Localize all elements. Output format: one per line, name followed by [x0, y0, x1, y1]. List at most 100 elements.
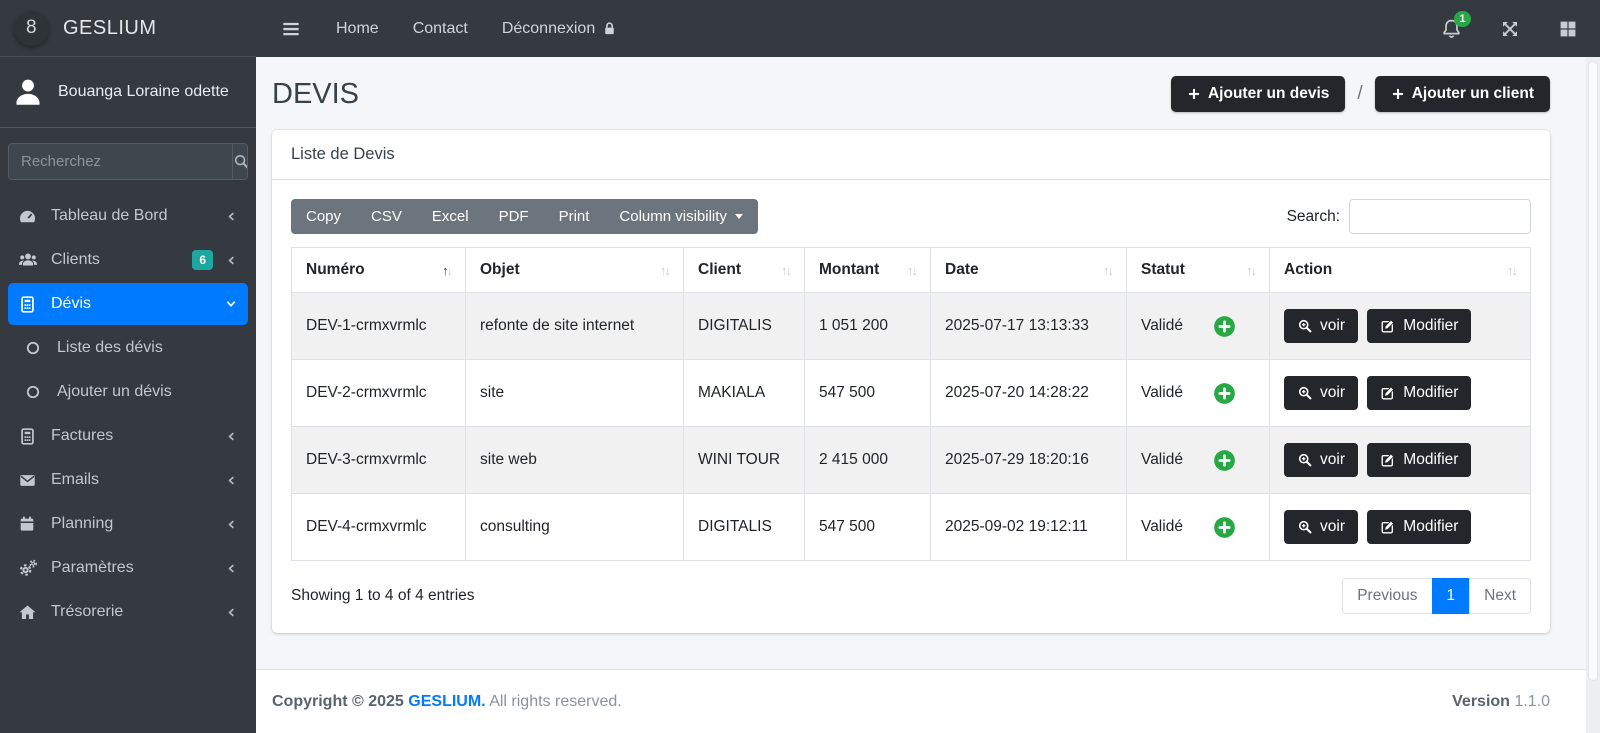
separator: / [1357, 83, 1362, 105]
sidebar: 8 GESLIUM Bouanga Loraine odette Tableau… [0, 0, 256, 733]
statut-text: Validé [1141, 518, 1183, 536]
column-visibility-button[interactable]: Column visibility [604, 199, 758, 234]
csv-button[interactable]: CSV [356, 199, 417, 234]
cell-montant: 2 415 000 [805, 427, 931, 494]
cell-objet: site [466, 360, 684, 427]
add-devis-label: Ajouter un devis [1208, 85, 1329, 103]
column-header-action[interactable]: Action↑↓ [1270, 248, 1531, 293]
plus-circle-icon[interactable] [1213, 449, 1236, 472]
cell-numero: DEV-4-crmxvrmlc [292, 494, 466, 561]
modifier-button[interactable]: Modifier [1367, 376, 1471, 410]
table-search-input[interactable] [1349, 199, 1531, 234]
page-header: DEVIS Ajouter un devis / Ajouter un clie… [272, 76, 1550, 112]
notification-badge: 1 [1454, 11, 1471, 27]
fullscreen-icon[interactable] [1500, 19, 1520, 39]
circle-icon [24, 383, 57, 401]
voir-label: voir [1320, 384, 1345, 402]
excel-button[interactable]: Excel [417, 199, 484, 234]
content: DEVIS Ajouter un devis / Ajouter un clie… [256, 57, 1600, 669]
sort-icon: ↑↓ [907, 263, 916, 278]
brand[interactable]: 8 GESLIUM [0, 0, 256, 57]
nav-link-logout[interactable]: Déconnexion [502, 20, 618, 38]
sidebar-item-liste-des-devis[interactable]: Liste des dévis [8, 327, 248, 369]
bell-icon[interactable]: 1 [1441, 18, 1462, 39]
modifier-button[interactable]: Modifier [1367, 309, 1471, 343]
sidebar-menu: Tableau de Bord Clients 6 Dévis Liste de… [0, 193, 256, 637]
cell-numero: DEV-2-crmxvrmlc [292, 360, 466, 427]
lock-icon [601, 20, 618, 37]
caret-down-icon [735, 214, 743, 219]
nav-link-home[interactable]: Home [336, 20, 379, 38]
pagination-page-1[interactable]: 1 [1432, 578, 1471, 614]
sort-icon: ↑↓ [1507, 263, 1516, 278]
sidebar-item-tableau-de-bord[interactable]: Tableau de Bord [8, 195, 248, 237]
cell-client: DIGITALIS [684, 293, 805, 360]
cell-objet: consulting [466, 494, 684, 561]
column-header-date[interactable]: Date↑↓ [931, 248, 1127, 293]
sidebar-item-tresorerie[interactable]: Trésorerie [8, 591, 248, 633]
table-search: Search: [1287, 199, 1531, 234]
sidebar-item-label: Tableau de Bord [51, 207, 225, 225]
footer-brand-link[interactable]: GESLIUM. [408, 693, 485, 710]
column-header-client[interactable]: Client↑↓ [684, 248, 805, 293]
sidebar-item-factures[interactable]: Factures [8, 415, 248, 457]
nav-link-contact[interactable]: Contact [413, 20, 468, 38]
modifier-button[interactable]: Modifier [1367, 510, 1471, 544]
modifier-button[interactable]: Modifier [1367, 443, 1471, 477]
voir-button[interactable]: voir [1284, 376, 1358, 410]
sidebar-item-label: Dévis [51, 295, 224, 313]
cell-montant: 1 051 200 [805, 293, 931, 360]
voir-button[interactable]: voir [1284, 510, 1358, 544]
column-header-objet[interactable]: Objet ↑↓ [466, 248, 684, 293]
pagination-previous[interactable]: Previous [1342, 578, 1432, 614]
version-label: Version [1452, 693, 1510, 710]
plus-circle-icon[interactable] [1213, 382, 1236, 405]
plus-circle-icon[interactable] [1213, 516, 1236, 539]
voir-button[interactable]: voir [1284, 309, 1358, 343]
hamburger-icon[interactable] [280, 18, 302, 40]
sidebar-item-devis[interactable]: Dévis [8, 283, 248, 325]
plus-icon [1187, 87, 1201, 101]
search-plus-icon [1297, 452, 1313, 468]
column-label: Objet [480, 261, 520, 279]
print-button[interactable]: Print [544, 199, 605, 234]
column-header-numero[interactable]: Numéro↑↓ [292, 248, 466, 293]
plus-circle-icon[interactable] [1213, 315, 1236, 338]
sort-icon: ↑↓ [660, 263, 669, 278]
sidebar-item-label: Paramètres [51, 559, 225, 577]
sidebar-search-input[interactable] [9, 144, 232, 179]
column-header-montant[interactable]: Montant↑↓ [805, 248, 931, 293]
sort-icon: ↑↓ [1246, 263, 1255, 278]
sidebar-item-emails[interactable]: Emails [8, 459, 248, 501]
sidebar-item-clients[interactable]: Clients 6 [8, 239, 248, 281]
grid-icon[interactable] [1558, 19, 1578, 39]
pdf-button[interactable]: PDF [484, 199, 544, 234]
copy-button[interactable]: Copy [291, 199, 356, 234]
sidebar-item-planning[interactable]: Planning [8, 503, 248, 545]
cell-action: voir Modifier [1270, 293, 1531, 360]
scrollbar[interactable] [1586, 57, 1600, 733]
add-devis-button[interactable]: Ajouter un devis [1171, 76, 1345, 112]
sidebar-item-ajouter-un-devis[interactable]: Ajouter un dévis [8, 371, 248, 413]
pagination: Previous 1 Next [1342, 578, 1531, 614]
cell-client: WINI TOUR [684, 427, 805, 494]
main-area: Home Contact Déconnexion 1 [256, 0, 1600, 733]
sidebar-item-parametres[interactable]: Paramètres [8, 547, 248, 589]
scrollbar-thumb[interactable] [1588, 61, 1598, 681]
modifier-label: Modifier [1403, 518, 1458, 536]
voir-button[interactable]: voir [1284, 443, 1358, 477]
cell-montant: 547 500 [805, 494, 931, 561]
cell-statut: Validé [1127, 293, 1270, 360]
pagination-next[interactable]: Next [1469, 578, 1531, 614]
chevron-left-icon [225, 430, 238, 443]
nav-link-label: Home [336, 20, 379, 38]
add-client-button[interactable]: Ajouter un client [1375, 76, 1550, 112]
sidebar-item-label: Ajouter un dévis [57, 383, 238, 401]
sidebar-search [8, 143, 248, 180]
column-header-statut[interactable]: Statut↑↓ [1127, 248, 1270, 293]
user-panel[interactable]: Bouanga Loraine odette [0, 57, 256, 128]
brand-logo-glyph: 8 [26, 17, 37, 39]
table-footer: Showing 1 to 4 of 4 entries Previous 1 N… [291, 578, 1531, 614]
sidebar-search-button[interactable] [232, 144, 248, 179]
top-navbar: Home Contact Déconnexion 1 [256, 0, 1600, 57]
